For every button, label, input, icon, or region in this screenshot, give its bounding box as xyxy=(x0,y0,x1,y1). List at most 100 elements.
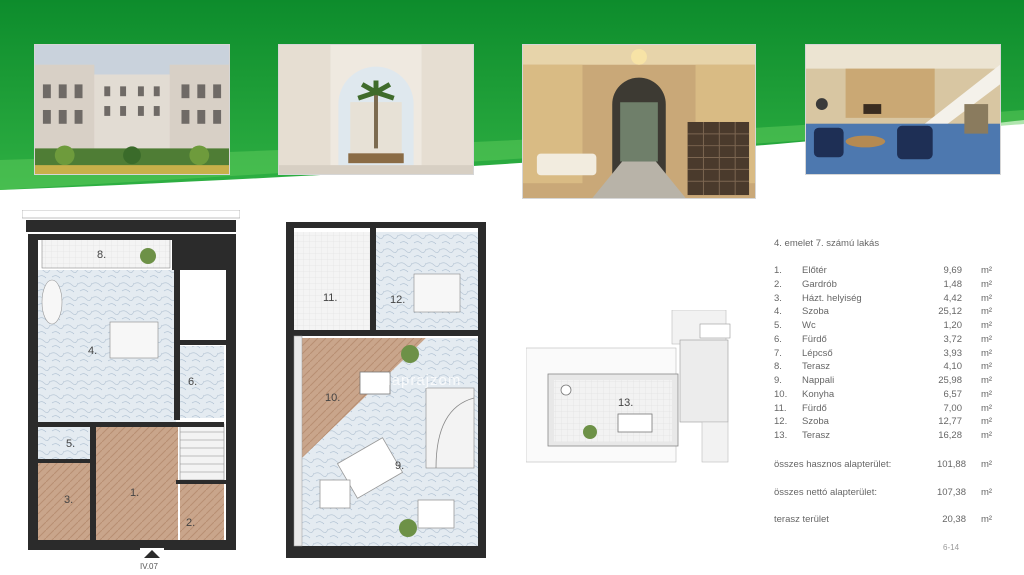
room-label-10: 10. xyxy=(325,392,341,404)
total-value: 107,38 xyxy=(936,487,966,498)
room-name: Fürdő xyxy=(802,333,827,345)
room-number: 13. xyxy=(774,430,788,441)
area-unit: m² xyxy=(981,347,993,359)
room-label-9: 9. xyxy=(395,460,405,472)
room-name: Terasz xyxy=(802,430,830,441)
lobby-photo xyxy=(522,44,756,199)
room-number: 8. xyxy=(774,361,782,373)
table-row: 3. Házt. helyiség 4,42 m² xyxy=(768,293,1000,306)
area-unit: m² xyxy=(981,292,993,304)
room-number: 12. xyxy=(774,416,788,428)
lower-floor-plan xyxy=(22,210,240,570)
area-unit: m² xyxy=(981,333,993,345)
room-name: Szoba xyxy=(802,416,829,428)
area-unit: m² xyxy=(981,416,993,428)
room-number: 7. xyxy=(774,347,782,359)
room-name: Lépcső xyxy=(802,347,833,359)
room-area: 16,28 xyxy=(938,430,962,441)
total-label: terasz terület xyxy=(774,514,829,525)
room-number: 9. xyxy=(774,375,782,386)
table-row: 2. Gardrób 1,48 m² xyxy=(768,279,1000,292)
room-area: 9,69 xyxy=(943,265,963,276)
room-area: 12,77 xyxy=(938,416,962,428)
room-area: 1,20 xyxy=(943,320,963,331)
room-area: 1,48 xyxy=(943,278,963,290)
room-name: Konyha xyxy=(802,388,835,400)
area-unit: m² xyxy=(981,320,993,331)
table-row: 5. Wc 1,20 m² xyxy=(768,320,1000,333)
room-name: Fürdő xyxy=(802,402,827,414)
table-row: 9. Nappali 25,98 m² xyxy=(768,375,1000,388)
table-row: 1. Előtér 9,69 m² xyxy=(768,265,1000,278)
total-label: összes hasznos alapterület: xyxy=(774,459,892,470)
table-row: 12. Szoba 12,77 m² xyxy=(768,416,1000,429)
table-row: 11. Fürdő 7,00 m² xyxy=(768,403,1000,416)
room-area: 3,93 xyxy=(943,347,963,359)
room-area: 6,57 xyxy=(943,388,963,400)
room-name: Terasz xyxy=(802,361,830,373)
room-label-11: 11. xyxy=(323,292,338,304)
room-label-1: 1. xyxy=(130,487,140,499)
room-number: 11. xyxy=(774,402,787,414)
area-unit: m² xyxy=(981,514,993,525)
room-number: 3. xyxy=(774,292,782,304)
table-row: 7. Lépcső 3,93 m² xyxy=(768,348,1000,361)
table-row: 10. Konyha 6,57 m² xyxy=(768,389,1000,402)
total-row: terasz terület 20,38 m² xyxy=(768,514,1000,527)
room-area: 4,10 xyxy=(943,361,963,373)
room-area: 3,72 xyxy=(943,333,963,345)
room-number: 4. xyxy=(774,306,782,318)
area-unit: m² xyxy=(981,306,993,318)
area-unit: m² xyxy=(981,459,993,470)
room-label-5: 5. xyxy=(66,438,76,450)
area-unit: m² xyxy=(981,402,993,414)
arcade-photo xyxy=(278,44,474,175)
room-label-3: 3. xyxy=(64,494,74,506)
room-name: Gardrób xyxy=(802,278,837,290)
room-label-8: 8. xyxy=(97,249,107,261)
table-title: 4. emelet 7. számú lakás xyxy=(774,238,880,249)
room-number: 1. xyxy=(774,265,782,276)
area-unit: m² xyxy=(981,487,993,498)
total-value: 101,88 xyxy=(936,459,966,470)
table-row: 8. Terasz 4,10 m² xyxy=(768,361,1000,374)
room-area: 25,12 xyxy=(938,306,962,318)
room-label-12: 12. xyxy=(390,294,406,306)
room-name: Előtér xyxy=(802,265,827,276)
room-label-4: 4. xyxy=(88,345,98,357)
entrance-label: IV.07 xyxy=(140,562,158,571)
table-row: 13. Terasz 16,28 m² xyxy=(768,430,1000,443)
room-area: 7,00 xyxy=(943,402,963,414)
watermark-text: alaprajzom xyxy=(378,372,462,389)
area-unit: m² xyxy=(981,265,993,276)
room-number: 10. xyxy=(774,388,788,400)
courtyard-photo xyxy=(34,44,230,175)
room-number: 6. xyxy=(774,333,782,345)
total-row: összes nettó alapterület: 107,38 m² xyxy=(768,487,1000,500)
total-row: összes hasznos alapterület: 101,88 m² xyxy=(768,459,1000,472)
area-unit: m² xyxy=(981,361,993,373)
room-number: 5. xyxy=(774,320,782,331)
area-unit: m² xyxy=(981,375,993,386)
total-label: összes nettó alapterület: xyxy=(774,487,877,498)
room-label-2: 2. xyxy=(186,517,196,529)
area-unit: m² xyxy=(981,430,993,441)
table-row: 6. Fürdő 3,72 m² xyxy=(768,334,1000,347)
page-number: 6-14 xyxy=(943,543,960,552)
area-unit: m² xyxy=(981,278,993,290)
room-area: 4,42 xyxy=(943,292,963,304)
room-label-13: 13. xyxy=(618,397,634,409)
room-label-6: 6. xyxy=(188,376,198,388)
room-area: 25,98 xyxy=(938,375,962,386)
room-number: 2. xyxy=(774,278,782,290)
table-row: 4. Szoba 25,12 m² xyxy=(768,306,1000,319)
upper-floor-plan xyxy=(286,218,486,560)
area-unit: m² xyxy=(981,388,993,400)
room-name: Szoba xyxy=(802,306,829,318)
living-room-photo xyxy=(805,44,1001,175)
room-name: Nappali xyxy=(802,375,835,386)
room-name: Házt. helyiség xyxy=(802,292,862,304)
total-value: 20,38 xyxy=(942,514,966,525)
terrace-plan xyxy=(526,310,746,465)
room-name: Wc xyxy=(802,320,816,331)
